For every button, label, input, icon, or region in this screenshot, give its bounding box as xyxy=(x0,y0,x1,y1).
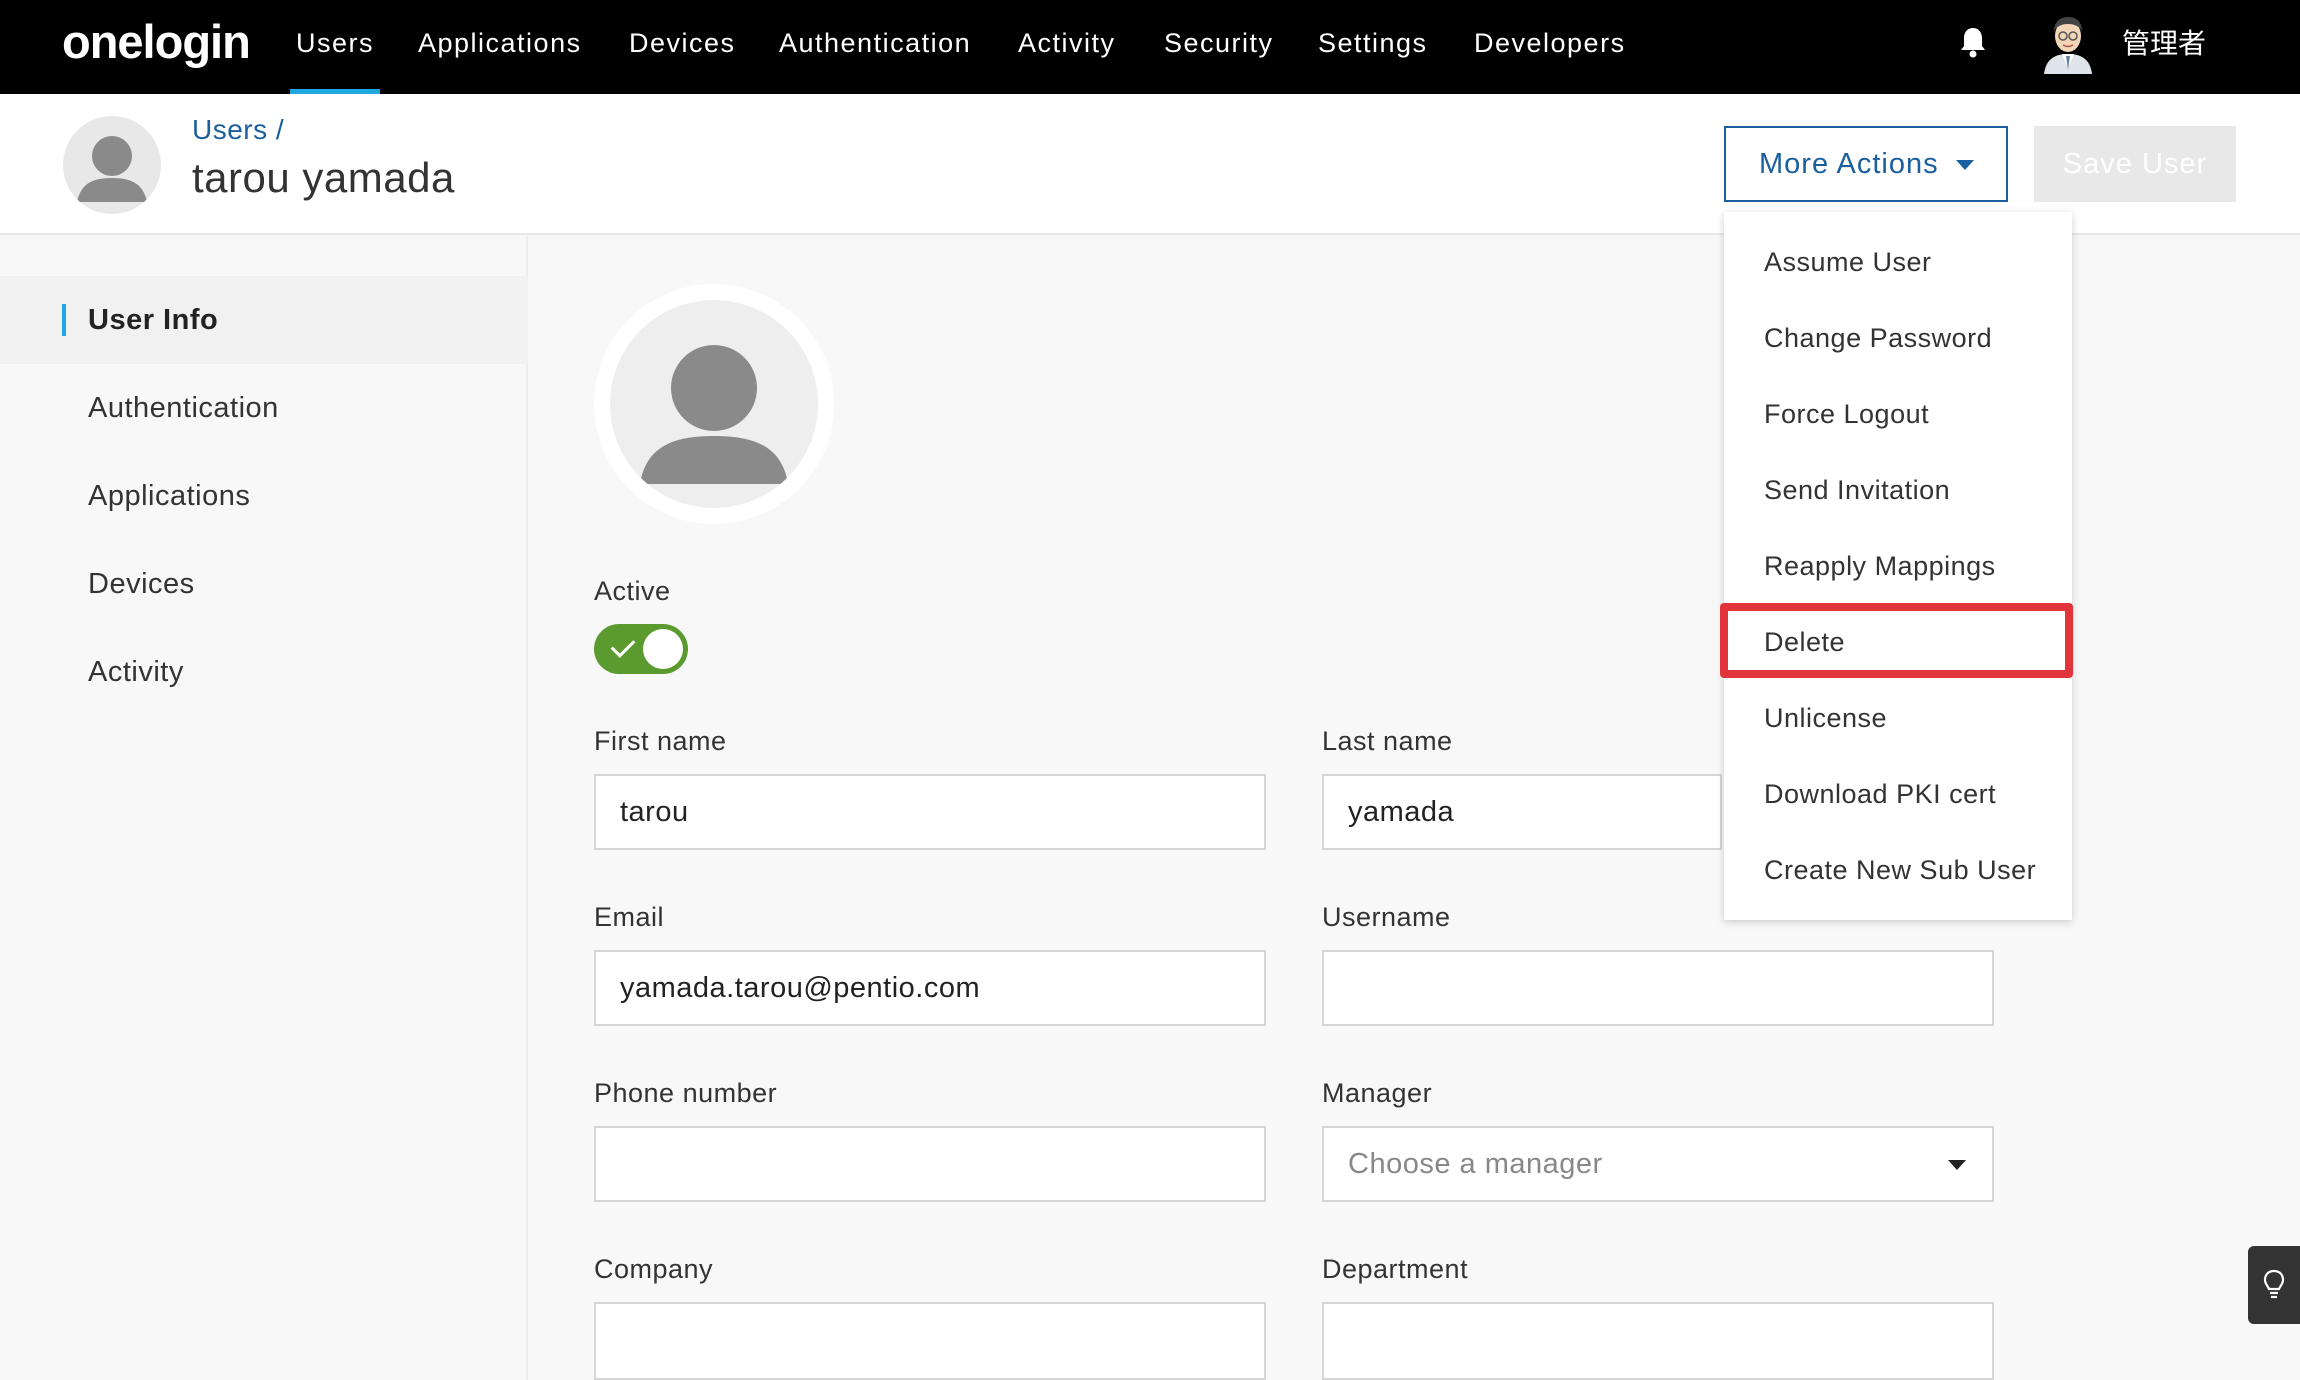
active-label: Active xyxy=(594,576,671,606)
delete-highlight-box xyxy=(1720,603,2073,678)
lightbulb-icon[interactable] xyxy=(2248,1246,2300,1324)
username-field[interactable] xyxy=(1322,950,1994,1026)
manager-label: Manager xyxy=(1322,1078,1433,1108)
sidebar-item-authentication[interactable]: Authentication xyxy=(0,364,528,452)
first-name-field[interactable]: tarou xyxy=(594,774,1266,850)
toggle-knob xyxy=(643,629,683,669)
page-title: tarou yamada xyxy=(192,154,455,201)
more-actions-button[interactable]: More Actions xyxy=(1724,126,2008,202)
more-actions-menu: Assume User Change Password Force Logout… xyxy=(1724,212,2072,920)
nav-devices[interactable]: Devices xyxy=(629,22,736,94)
nav-settings[interactable]: Settings xyxy=(1318,22,1428,94)
sidebar-item-applications[interactable]: Applications xyxy=(0,452,528,540)
nav-security[interactable]: Security xyxy=(1164,22,1274,94)
menu-item-create-new-sub-user[interactable]: Create New Sub User xyxy=(1724,832,2072,908)
menu-item-assume-user[interactable]: Assume User xyxy=(1724,224,2072,300)
active-toggle[interactable] xyxy=(594,624,688,674)
company-field[interactable] xyxy=(594,1302,1266,1380)
menu-item-send-invitation[interactable]: Send Invitation xyxy=(1724,452,2072,528)
last-name-label: Last name xyxy=(1322,726,1453,756)
phone-field[interactable] xyxy=(594,1126,1266,1202)
nav-applications[interactable]: Applications xyxy=(418,22,582,94)
email-label: Email xyxy=(594,902,665,932)
sidebar-item-devices[interactable]: Devices xyxy=(0,540,528,628)
onelogin-logo[interactable]: onelogin xyxy=(62,14,251,69)
department-field[interactable] xyxy=(1322,1302,1994,1380)
username-label: Username xyxy=(1322,902,1451,932)
department-label: Department xyxy=(1322,1254,1469,1284)
save-user-button[interactable]: Save User xyxy=(2034,126,2236,202)
nav-users[interactable]: Users xyxy=(289,22,381,94)
admin-name[interactable]: 管理者 xyxy=(2122,22,2206,62)
manager-select[interactable]: Choose a manager xyxy=(1322,1126,1994,1202)
nav-activity[interactable]: Activity xyxy=(1018,22,1116,94)
sidebar: User Info Authentication Applications De… xyxy=(0,236,528,1380)
profile-photo[interactable] xyxy=(594,284,834,524)
nav-authentication[interactable]: Authentication xyxy=(779,22,971,94)
menu-item-reapply-mappings[interactable]: Reapply Mappings xyxy=(1724,528,2072,604)
more-actions-label: More Actions xyxy=(1759,147,1939,180)
sidebar-item-activity[interactable]: Activity xyxy=(0,628,528,716)
company-label: Company xyxy=(594,1254,714,1284)
manager-placeholder: Choose a manager xyxy=(1348,1147,1603,1180)
user-avatar xyxy=(63,116,161,214)
email-field[interactable]: yamada.tarou@pentio.com xyxy=(594,950,1266,1026)
menu-item-change-password[interactable]: Change Password xyxy=(1724,300,2072,376)
admin-avatar[interactable] xyxy=(2040,10,2096,74)
sidebar-item-user-info[interactable]: User Info xyxy=(0,276,528,364)
bell-icon[interactable] xyxy=(1955,24,1991,60)
caret-down-icon xyxy=(1956,160,1974,170)
check-icon xyxy=(610,633,636,658)
menu-item-unlicense[interactable]: Unlicense xyxy=(1724,680,2072,756)
menu-item-force-logout[interactable]: Force Logout xyxy=(1724,376,2072,452)
top-navigation: onelogin Users Applications Devices Auth… xyxy=(0,0,2300,94)
phone-label: Phone number xyxy=(594,1078,778,1108)
nav-developers[interactable]: Developers xyxy=(1474,22,1626,94)
breadcrumb[interactable]: Users / xyxy=(192,114,284,146)
first-name-label: First name xyxy=(594,726,727,756)
caret-down-icon xyxy=(1948,1160,1966,1170)
last-name-field[interactable]: yamada xyxy=(1322,774,1722,850)
menu-item-download-pki-cert[interactable]: Download PKI cert xyxy=(1724,756,2072,832)
